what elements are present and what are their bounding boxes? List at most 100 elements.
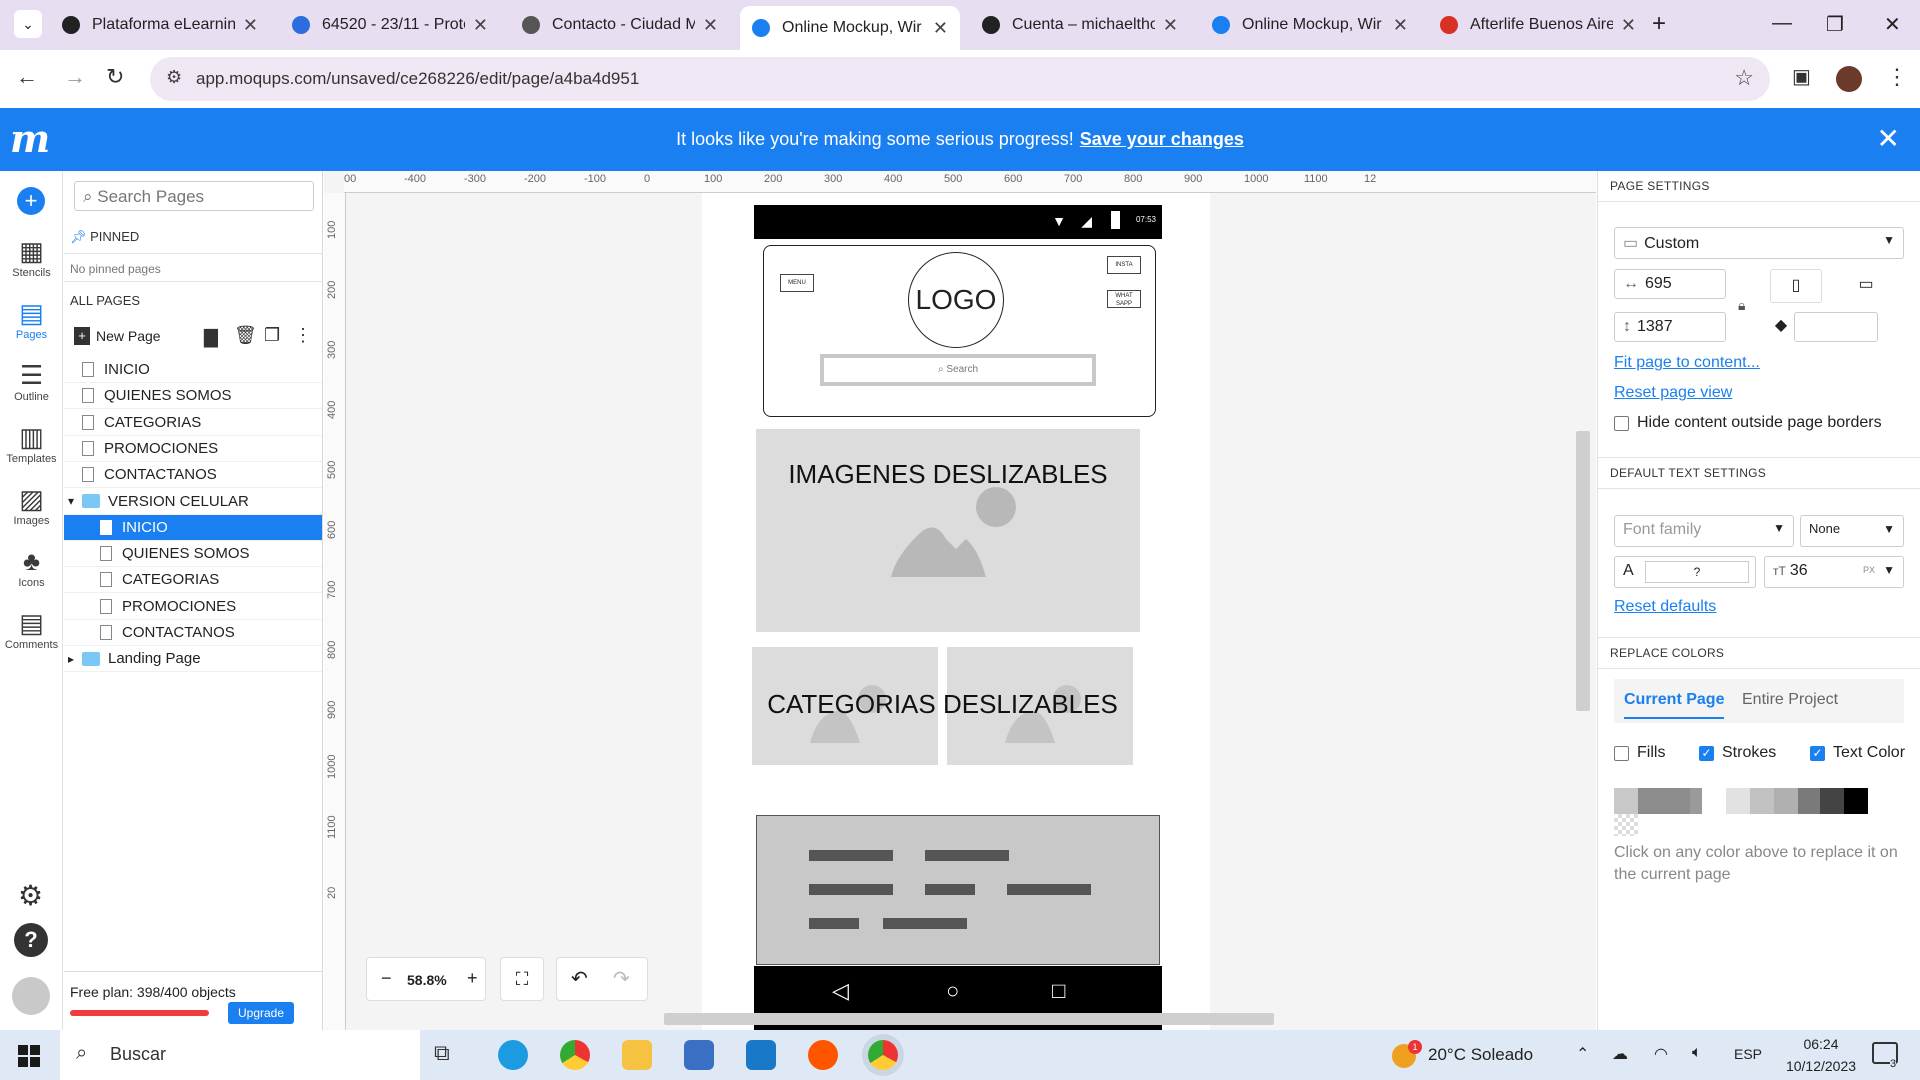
back-icon[interactable]: ←	[16, 64, 38, 90]
footer-link[interactable]	[809, 850, 893, 861]
task-view-icon[interactable]: ⧉	[434, 1040, 464, 1070]
page-item[interactable]: QUIENES SOMOS	[64, 541, 322, 568]
more-options-icon[interactable]: ⋮	[294, 325, 312, 346]
text-color-checkbox[interactable]: ✓ Text Color	[1810, 744, 1905, 762]
tab-4[interactable]: Online Mockup, Wir ✕	[740, 6, 960, 50]
reload-icon[interactable]: ↻	[106, 64, 124, 90]
settings-gear-icon[interactable]: ⚙	[18, 879, 43, 912]
page-width-input[interactable]: ↔ 695	[1614, 269, 1726, 299]
tab-entire-project[interactable]: Entire Project	[1742, 691, 1838, 709]
restore-button[interactable]: ❐	[1826, 12, 1844, 37]
soundcloud-icon[interactable]	[808, 1040, 838, 1070]
rail-comments[interactable]: ▤ Comments	[0, 607, 63, 651]
footer-link[interactable]	[925, 884, 975, 895]
page-item[interactable]: PROMOCIONES	[64, 594, 322, 620]
header-container[interactable]: MENU LOGO INSTA WHAT SAPP ⌕ Search	[763, 245, 1156, 417]
page-folder[interactable]: ▾ VERSION CELULAR	[64, 489, 322, 515]
volume-icon[interactable]: 🔈︎	[1692, 1044, 1702, 1062]
delete-icon[interactable]: 🗑︎	[234, 325, 257, 346]
forward-icon[interactable]: →	[64, 64, 86, 90]
rail-stencils[interactable]: ▦ Stencils	[0, 235, 63, 279]
weather-text[interactable]: 20°C Soleado	[1428, 1045, 1533, 1065]
chevron-right-icon[interactable]: ▸	[68, 652, 74, 666]
color-swatch[interactable]	[1820, 788, 1844, 814]
user-avatar[interactable]	[12, 977, 50, 1015]
omnibox[interactable]: ⚙ app.moqups.com/unsaved/ce268226/edit/p…	[150, 57, 1770, 101]
phone-status-bar[interactable]: ▼ ◢ 07:53	[754, 205, 1162, 239]
color-swatch[interactable]	[1844, 788, 1868, 814]
page-color-input[interactable]	[1794, 312, 1878, 342]
page-item[interactable]: QUIENES SOMOS	[64, 383, 322, 410]
page-size-select[interactable]: ▭ Custom ▼	[1614, 227, 1904, 259]
calculator-icon[interactable]	[684, 1040, 714, 1070]
portrait-icon[interactable]: ▯	[1770, 269, 1822, 303]
tab-close-icon[interactable]: ✕	[1393, 15, 1408, 36]
profile-avatar[interactable]	[1836, 66, 1862, 92]
font-style-select[interactable]: None ▼	[1800, 515, 1904, 547]
search-pages-input[interactable]: ⌕ Search Pages	[74, 181, 314, 211]
zoom-out-button[interactable]: −	[381, 968, 392, 989]
color-swatch[interactable]	[1702, 788, 1726, 814]
tab-close-icon[interactable]: ✕	[703, 15, 718, 36]
page-item[interactable]: CONTACTANOS	[64, 462, 322, 489]
whatsapp-button[interactable]: WHAT SAPP	[1107, 290, 1141, 308]
footer-link[interactable]	[809, 884, 893, 895]
canvas-area[interactable]: 00 -400 -300 -200 -100 0 100 200 300 400 500 600 700…	[324, 171, 1596, 1030]
zoom-level[interactable]: 58.8%	[407, 972, 447, 988]
checkbox-box[interactable]	[1614, 415, 1629, 431]
tab-1[interactable]: Plataforma eLearning ✕	[50, 8, 270, 42]
search-bar[interactable]: ⌕ Search	[820, 354, 1096, 386]
color-swatch[interactable]	[1614, 788, 1638, 814]
fit-page-link[interactable]: Fit page to content...	[1614, 354, 1760, 372]
color-swatch[interactable]	[1690, 788, 1702, 814]
hide-content-checkbox[interactable]: Hide content outside page borders	[1614, 414, 1882, 432]
duplicate-icon[interactable]: ❐	[264, 325, 280, 346]
upgrade-button[interactable]: Upgrade	[228, 1002, 294, 1024]
rail-templates[interactable]: ▥ Templates	[0, 421, 63, 465]
page-item[interactable]: CATEGORIAS	[64, 410, 322, 436]
tab-current-page[interactable]: Current Page	[1624, 691, 1725, 719]
footer-link[interactable]	[809, 918, 859, 929]
rail-images[interactable]: ▨ Images	[0, 483, 63, 527]
color-swatch[interactable]	[1798, 788, 1820, 814]
minimize-button[interactable]: —	[1772, 12, 1792, 35]
tab-6[interactable]: Online Mockup, Wir ✕	[1200, 8, 1420, 42]
font-family-select[interactable]: Font family ▼	[1614, 515, 1794, 547]
tab-2[interactable]: 64520 - 23/11 - Proto ✕	[280, 8, 500, 42]
strokes-checkbox[interactable]: ✓ Strokes	[1699, 744, 1776, 762]
save-changes-link[interactable]: Save your changes	[1080, 129, 1244, 149]
footer-link[interactable]	[1007, 884, 1091, 895]
footer-block[interactable]	[756, 815, 1160, 965]
color-swatch[interactable]	[1726, 788, 1750, 814]
tab-close-icon[interactable]: ✕	[1621, 15, 1636, 36]
rail-pages[interactable]: ▤ Pages	[0, 297, 63, 341]
site-info-icon[interactable]: ⚙	[166, 67, 182, 88]
landscape-icon[interactable]: ▭	[1840, 269, 1892, 303]
windows-start-icon[interactable]	[18, 1045, 40, 1067]
tab-close-icon[interactable]: ✕	[243, 15, 258, 36]
close-icon[interactable]: ✕	[1877, 122, 1900, 155]
url-text[interactable]: app.moqups.com/unsaved/ce268226/edit/pag…	[196, 69, 639, 89]
new-tab-button[interactable]: +	[1652, 10, 1666, 38]
file-explorer-icon[interactable]	[622, 1040, 652, 1070]
bookmark-star-icon[interactable]: ☆	[1734, 65, 1754, 91]
fit-screen-icon[interactable]: ⛶	[500, 957, 544, 1001]
tray-chevron-icon[interactable]: ⌃	[1576, 1044, 1589, 1064]
vertical-scrollbar[interactable]	[1576, 431, 1590, 711]
page-item[interactable]: PROMOCIONES	[64, 436, 322, 462]
color-swatch[interactable]	[1750, 788, 1774, 814]
fill-bucket-icon[interactable]: ◆	[1770, 311, 1792, 341]
chrome-profile-icon[interactable]	[868, 1040, 898, 1070]
tab-5[interactable]: Cuenta – michaeltho ✕	[970, 8, 1190, 42]
help-icon[interactable]: ?	[14, 923, 48, 957]
logo-circle[interactable]: LOGO	[908, 252, 1004, 348]
side-panel-icon[interactable]: ▣	[1792, 64, 1811, 89]
font-size-input[interactable]: ᴛT 36 PX ▼	[1764, 556, 1904, 588]
browser-menu-icon[interactable]: ⋮	[1886, 64, 1908, 90]
page-item[interactable]: INICIO	[64, 514, 322, 541]
clock-time[interactable]: 06:24	[1776, 1036, 1866, 1052]
edge-icon[interactable]	[498, 1040, 528, 1070]
wifi-icon[interactable]: ◠	[1654, 1044, 1668, 1064]
zoom-in-button[interactable]: +	[467, 968, 478, 989]
clock-date[interactable]: 10/12/2023	[1776, 1058, 1866, 1074]
